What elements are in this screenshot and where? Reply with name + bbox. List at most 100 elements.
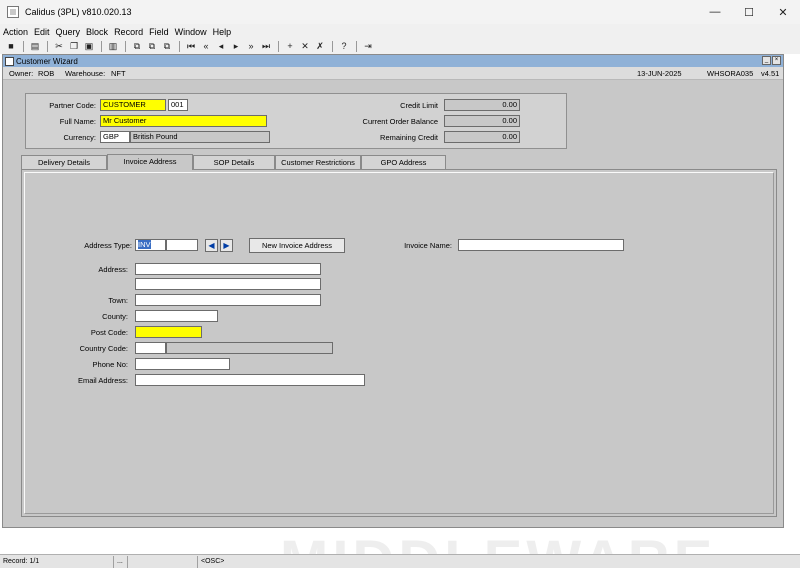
wizard-title: Customer Wizard [16, 56, 78, 66]
currency-label: Currency: [63, 133, 96, 142]
toolbar-separator [23, 40, 24, 52]
menu-edit[interactable]: Edit [34, 27, 50, 37]
phone-label: Phone No: [92, 360, 128, 369]
currency-name-field: British Pound [130, 131, 270, 143]
copy-record-icon[interactable]: ⧉ [145, 40, 159, 52]
app-icon [7, 6, 19, 18]
warehouse-label: Warehouse: [65, 69, 106, 78]
close-button[interactable]: ✕ [766, 0, 800, 24]
warehouse-value: NFT [111, 69, 126, 78]
next-address-button[interactable]: ▶ [220, 239, 233, 252]
remaining-credit-label: Remaining Credit [380, 133, 438, 142]
toolbar-separator [278, 40, 279, 52]
duplicate-icon[interactable]: ⧉ [130, 40, 144, 52]
partner-code-field[interactable]: CUSTOMER [100, 99, 166, 111]
last-record-icon[interactable]: ⏭ [259, 40, 273, 52]
form-version: v4.51 [761, 69, 780, 78]
menu-help[interactable]: Help [213, 27, 232, 37]
toolbar-separator [47, 40, 48, 52]
toolbar-separator [356, 40, 357, 52]
toolbar: ■ ▤ ✂ ❐ ▣ ▥ ⧉ ⧉ ⧉ ⏮ « ◂ ▸ » ⏭ + ✕ ✗ ? ⇥ [0, 39, 800, 53]
tab-sop-details[interactable]: SOP Details [193, 155, 275, 169]
full-name-field[interactable]: Mr Customer [100, 115, 267, 127]
email-field[interactable] [135, 374, 365, 386]
invoice-name-field[interactable] [458, 239, 624, 251]
toolbar-separator [125, 40, 126, 52]
full-name-label: Full Name: [59, 117, 96, 126]
record-indicator: Record: 1/1 [0, 556, 114, 568]
remaining-credit-field: 0.00 [444, 131, 520, 143]
status-dots: ... [114, 556, 128, 568]
country-code-field[interactable] [135, 342, 166, 354]
previous-record-icon[interactable]: ◂ [214, 40, 228, 52]
owner-label: Owner: [9, 69, 34, 78]
credit-limit-field: 0.00 [444, 99, 520, 111]
toolbar-separator [332, 40, 333, 52]
app-title: Calidus (3PL) v810.020.13 [25, 7, 132, 17]
insert-record-icon[interactable]: + [283, 40, 297, 52]
partner-code-label: Partner Code: [49, 101, 96, 110]
tab-customer-restrictions[interactable]: Customer Restrictions [275, 155, 361, 169]
first-record-icon[interactable]: ⏮ [184, 40, 198, 52]
menu-field[interactable]: Field [149, 27, 169, 37]
post-code-field[interactable] [135, 326, 202, 338]
exit-icon[interactable]: ⇥ [361, 40, 375, 52]
status-bar: Record: 1/1 ... <OSC> [0, 554, 800, 568]
osc-indicator: <OSC> [201, 558, 225, 565]
new-invoice-address-button[interactable]: New Invoice Address [249, 238, 345, 253]
menu-window[interactable]: Window [175, 27, 207, 37]
save-icon[interactable]: ■ [4, 40, 18, 52]
print-icon[interactable]: ▤ [28, 40, 42, 52]
town-label: Town: [108, 296, 128, 305]
menu-action[interactable]: Action [3, 27, 28, 37]
partner-suffix-field[interactable]: 001 [168, 99, 188, 111]
address-line1-field[interactable] [135, 263, 321, 275]
address-type-label: Address Type: [84, 241, 132, 250]
customer-wizard-window: Customer Wizard _ × Owner: ROB Warehouse… [2, 54, 784, 528]
wizard-minimize-button[interactable]: _ [762, 56, 771, 65]
delete-record-icon[interactable]: ✕ [298, 40, 312, 52]
address-label: Address: [98, 265, 128, 274]
minimize-button[interactable]: — [698, 0, 732, 24]
status-empty [128, 556, 198, 568]
menu-record[interactable]: Record [114, 27, 143, 37]
invoice-address-panel: Address Type: INV ◀ ▶ New Invoice Addres… [21, 169, 777, 517]
currency-code-field[interactable]: GBP [100, 131, 130, 143]
address-type-field[interactable]: INV [135, 239, 166, 251]
previous-address-button[interactable]: ◀ [205, 239, 218, 252]
tab-delivery-details[interactable]: Delivery Details [21, 155, 107, 169]
clear-icon[interactable]: ▥ [106, 40, 120, 52]
tab-invoice-address[interactable]: Invoice Address [107, 154, 193, 170]
next-record-icon[interactable]: ▸ [229, 40, 243, 52]
menu-block[interactable]: Block [86, 27, 108, 37]
copy-icon[interactable]: ❐ [67, 40, 81, 52]
order-balance-field: 0.00 [444, 115, 520, 127]
form-id: WHSORA035 [707, 69, 754, 78]
address-type-extra-field[interactable] [166, 239, 198, 251]
county-field[interactable] [135, 310, 218, 322]
paste-icon[interactable]: ▣ [82, 40, 96, 52]
form-icon [5, 56, 14, 66]
order-balance-label: Current Order Balance [362, 117, 438, 126]
tab-gpo-address[interactable]: GPO Address [361, 155, 446, 169]
paste-record-icon[interactable]: ⧉ [160, 40, 174, 52]
maximize-button[interactable]: ☐ [732, 0, 766, 24]
help-icon[interactable]: ? [337, 40, 351, 52]
menu-bar: Action Edit Query Block Record Field Win… [0, 25, 800, 39]
address-line2-field[interactable] [135, 278, 321, 290]
app-titlebar: Calidus (3PL) v810.020.13 — ☐ ✕ [0, 0, 800, 24]
credit-limit-label: Credit Limit [400, 101, 438, 110]
previous-block-icon[interactable]: « [199, 40, 213, 52]
current-date: 13-JUN-2025 [637, 69, 682, 78]
remove-icon[interactable]: ✗ [313, 40, 327, 52]
info-bar: Owner: ROB Warehouse: NFT 13-JUN-2025 WH… [3, 67, 783, 80]
town-field[interactable] [135, 294, 321, 306]
menu-query[interactable]: Query [56, 27, 81, 37]
owner-value: ROB [38, 69, 55, 78]
phone-field[interactable] [135, 358, 230, 370]
country-name-field [166, 342, 333, 354]
cut-icon[interactable]: ✂ [52, 40, 66, 52]
customer-header-panel: Partner Code: CUSTOMER 001 Full Name: Mr… [25, 93, 567, 149]
wizard-close-button[interactable]: × [772, 56, 781, 65]
next-block-icon[interactable]: » [244, 40, 258, 52]
